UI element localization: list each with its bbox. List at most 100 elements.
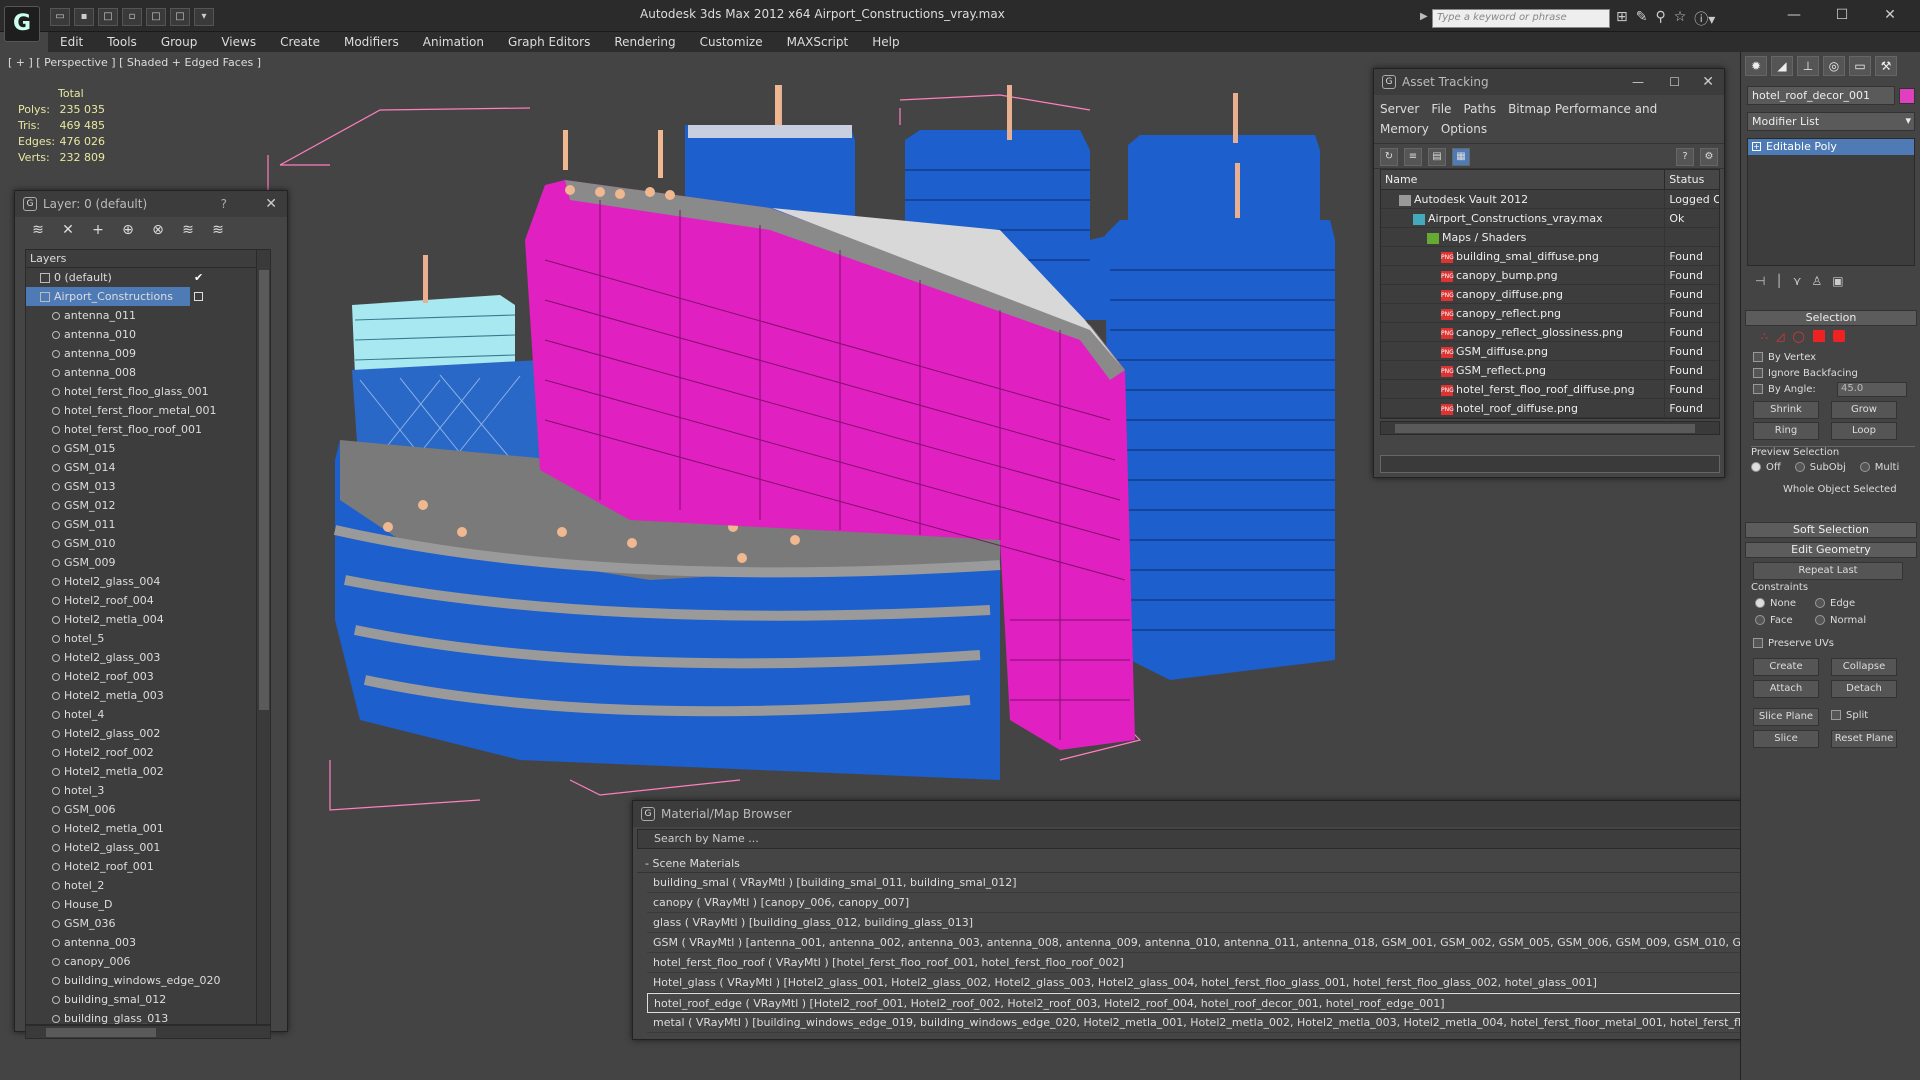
layer-item[interactable]: GSM_010 [26, 534, 270, 553]
by-vertex-checkbox[interactable]: By Vertex [1753, 352, 1816, 363]
display-tab-icon[interactable]: ▭ [1849, 56, 1871, 76]
asset-menu-server[interactable]: Server [1380, 102, 1419, 116]
layer-dialog-titlebar[interactable]: G Layer: 0 (default) ? ✕ [15, 191, 287, 217]
layer-hscroll-thumb[interactable] [46, 1028, 156, 1037]
material-search-input[interactable]: Search by Name ... [637, 829, 1891, 849]
layer-item[interactable]: antenna_009 [26, 344, 270, 363]
scene-materials-section[interactable]: - Scene Materials [637, 855, 1891, 873]
asset-row[interactable]: PNG canopy_diffuse.png Found [1381, 285, 1719, 304]
split-checkbox[interactable]: Split [1831, 710, 1868, 721]
make-unique-icon[interactable]: ⋎ [1793, 274, 1802, 292]
grow-button[interactable]: Grow [1831, 401, 1897, 419]
detail-view-icon[interactable]: ▤ [1428, 148, 1446, 166]
maximize-icon[interactable]: ☐ [1818, 4, 1866, 26]
asset-options-icon[interactable]: ⚙ [1700, 148, 1718, 166]
undo-icon[interactable]: □ [146, 8, 166, 26]
asset-menu-paths[interactable]: Paths [1463, 102, 1496, 116]
selection-rollout[interactable]: Selection [1745, 310, 1917, 326]
layer-item[interactable]: building_smal_012 [26, 990, 270, 1009]
menu-graph-editors[interactable]: Graph Editors [496, 32, 602, 52]
highlight-layer-icon[interactable]: ≋ [179, 221, 197, 239]
create-button[interactable]: Create [1753, 658, 1819, 676]
layer-toggle-icon[interactable] [194, 292, 203, 301]
layer-item[interactable]: Airport_Constructions [26, 287, 203, 306]
layer-item[interactable]: Hotel2_glass_001 [26, 838, 270, 857]
open-file-icon[interactable]: ▭ [50, 8, 70, 26]
layer-item[interactable]: GSM_015 [26, 439, 270, 458]
create-tab-icon[interactable]: ✹ [1745, 56, 1767, 76]
ignore-backfacing-checkbox[interactable]: Ignore Backfacing [1753, 368, 1858, 379]
detach-button[interactable]: Detach [1831, 680, 1897, 698]
dropdown-icon[interactable]: ▾ [194, 8, 214, 26]
layers-column-header[interactable]: Layers [26, 250, 270, 268]
layer-item[interactable]: Hotel2_metla_002 [26, 762, 270, 781]
material-item[interactable]: Hotel_glass ( VRayMtl ) [Hotel2_glass_00… [647, 973, 1883, 993]
layer-dialog-close-icon[interactable]: ✕ [265, 191, 277, 217]
binoculars-icon[interactable]: ⊞ [1616, 9, 1628, 29]
asset-menu-bitmap-performance-and-memory[interactable]: Bitmap Performance and Memory [1380, 102, 1657, 136]
polygon-icon[interactable] [1812, 330, 1825, 342]
reset-plane-button[interactable]: Reset Plane [1831, 730, 1897, 748]
modify-tab-icon[interactable]: ◢ [1771, 56, 1793, 76]
layer-item[interactable]: Hotel2_glass_004 [26, 572, 270, 591]
menu-edit[interactable]: Edit [48, 32, 95, 52]
layer-item[interactable]: Hotel2_roof_001 [26, 857, 270, 876]
add-to-layer-icon[interactable]: ⊕ [119, 221, 137, 239]
layer-vertical-scrollbar[interactable] [256, 250, 270, 1024]
hide-all-layers-icon[interactable]: ≋ [209, 221, 227, 239]
constraint-option-edge[interactable]: Edge [1815, 598, 1875, 609]
layer-item[interactable]: GSM_013 [26, 477, 270, 496]
viewport-label[interactable]: [ + ] [ Perspective ] [ Shaded + Edged F… [8, 56, 261, 69]
menu-create[interactable]: Create [268, 32, 332, 52]
pin-stack-icon[interactable]: ⊣ [1755, 274, 1765, 292]
layer-manager-icon[interactable]: ≋ [29, 221, 47, 239]
remove-modifier-icon[interactable]: ♙ [1811, 274, 1822, 292]
object-color-swatch[interactable] [1899, 88, 1915, 104]
layer-item[interactable]: GSM_014 [26, 458, 270, 477]
asset-row[interactable]: Maps / Shaders [1381, 228, 1719, 247]
comm-center-icon[interactable]: ⚲ [1655, 9, 1665, 29]
edge-icon[interactable]: ◿ [1776, 330, 1784, 343]
soft-selection-rollout[interactable]: Soft Selection [1745, 522, 1917, 538]
layer-tree[interactable]: Layers 0 (default) ✔ Airport_Constructions… [25, 249, 271, 1025]
asset-menu-options[interactable]: Options [1441, 122, 1487, 136]
asset-help-icon[interactable]: ? [1676, 148, 1694, 166]
layer-item[interactable]: hotel_5 [26, 629, 270, 648]
motion-tab-icon[interactable]: ◎ [1823, 56, 1845, 76]
layer-item[interactable]: Hotel2_glass_003 [26, 648, 270, 667]
minimize-icon[interactable]: — [1770, 4, 1818, 26]
layer-item[interactable]: House_D [26, 895, 270, 914]
menu-maxscript[interactable]: MAXScript [775, 32, 861, 52]
layer-item[interactable]: antenna_003 [26, 933, 270, 952]
layer-item[interactable]: GSM_009 [26, 553, 270, 572]
layer-item[interactable]: building_glass_013 [26, 1009, 270, 1024]
column-status[interactable]: Status [1665, 170, 1719, 189]
slice-button[interactable]: Slice [1753, 730, 1819, 748]
table-view-icon[interactable]: ▦ [1452, 148, 1470, 166]
layer-item[interactable]: Hotel2_metla_001 [26, 819, 270, 838]
asset-row[interactable]: PNG canopy_reflect.png Found [1381, 304, 1719, 323]
redo-icon[interactable]: □ [170, 8, 190, 26]
layer-item[interactable]: Hotel2_roof_002 [26, 743, 270, 762]
delete-layer-icon[interactable]: ✕ [59, 221, 77, 239]
asset-row[interactable]: PNG canopy_reflect_glossiness.png Found [1381, 323, 1719, 342]
layer-item[interactable]: hotel_ferst_floor_metal_001 [26, 401, 270, 420]
material-item[interactable]: hotel_ferst_floo_roof ( VRayMtl ) [hotel… [647, 953, 1883, 973]
asset-row[interactable]: PNG building_smal_diffuse.png Found [1381, 247, 1719, 266]
layer-item[interactable]: Hotel2_metla_004 [26, 610, 270, 629]
asset-row[interactable]: PNG canopy_bump.png Found [1381, 266, 1719, 285]
menu-help[interactable]: Help [860, 32, 911, 52]
hold-icon[interactable]: ▫ [122, 8, 142, 26]
asset-maximize-icon[interactable]: ☐ [1669, 69, 1680, 95]
menu-views[interactable]: Views [209, 32, 268, 52]
material-item[interactable]: glass ( VRayMtl ) [building_glass_012, b… [647, 913, 1883, 933]
layer-item[interactable]: building_windows_edge_020 [26, 971, 270, 990]
material-item[interactable]: hotel_roof_edge ( VRayMtl ) [Hotel2_roof… [647, 993, 1883, 1013]
layer-item[interactable]: Hotel2_roof_003 [26, 667, 270, 686]
asset-row[interactable]: PNG GSM_reflect.png Found [1381, 361, 1719, 380]
column-name[interactable]: Name [1381, 170, 1666, 189]
keyword-search-input[interactable]: Type a keyword or phrase [1432, 9, 1610, 28]
save-icon[interactable]: ▪ [74, 8, 94, 26]
layer-dialog-help-icon[interactable]: ? [221, 191, 227, 217]
layer-item[interactable]: hotel_3 [26, 781, 270, 800]
